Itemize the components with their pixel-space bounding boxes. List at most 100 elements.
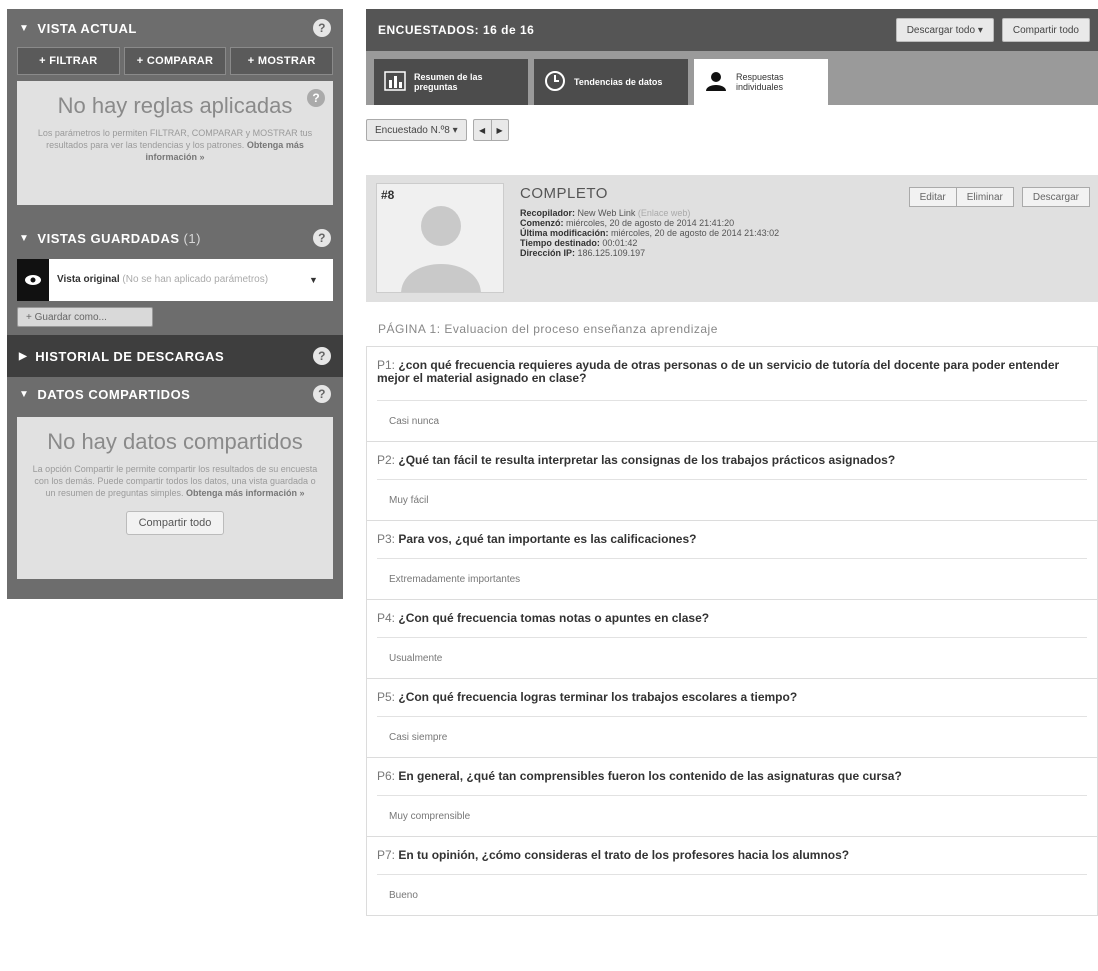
question-label: ¿con qué frecuencia requieres ayuda de o… [377,358,1060,385]
started-label: Comenzó: [520,218,564,228]
question-number: P2: [377,453,396,467]
person-icon [704,71,728,93]
question-label: ¿Con qué frecuencia tomas notas o apunte… [398,611,710,625]
time-spent-label: Tiempo destinado: [520,238,600,248]
user-silhouette-icon [401,206,481,292]
modified-label: Última modificación: [520,228,609,238]
answer-text: Casi siempre [389,731,448,743]
saved-view-text: Vista original (No se han aplicado parám… [49,274,309,286]
filter-button[interactable]: + FILTRAR [17,47,120,75]
no-rules-title-text: No hay reglas aplicadas [57,93,293,118]
download-all-button[interactable]: Descargar todo ▾ [895,18,994,42]
delete-button[interactable]: Eliminar [956,187,1014,207]
help-icon[interactable]: ? [313,347,331,365]
no-shared-data-panel: No hay datos compartidos La opción Compa… [17,417,333,579]
help-icon[interactable]: ? [313,19,331,37]
previous-arrow-icon[interactable]: ◀ [474,120,491,140]
question-item: P2: ¿Qué tan fácil te resulta interpreta… [366,441,1098,520]
save-as-button[interactable]: + Guardar como... [17,307,153,327]
download-group: Descargar [1021,187,1090,207]
saved-view-name: Vista original [57,274,120,285]
help-icon[interactable]: ? [307,89,325,107]
download-response-button[interactable]: Descargar [1021,187,1090,207]
started-value: miércoles, 20 de agosto de 2014 21:41:20 [566,218,735,228]
avatar: #8 [376,183,504,293]
question-number: P5: [377,690,396,704]
answer-text: Bueno [389,889,418,901]
respondent-navigation: Encuestado N.º8 ▾ ◀ ▶ [366,119,509,141]
chevron-down-icon[interactable]: ▼ [309,275,333,285]
no-rules-panel: No hay reglas aplicadas ? Los parámetros… [17,81,333,205]
question-item: P6: En general, ¿qué tan comprensibles f… [366,757,1098,836]
respondents-count: ENCUESTADOS: 16 de 16 [378,23,535,37]
question-text: P2: ¿Qué tan fácil te resulta interpreta… [377,442,1087,480]
time-spent-value: 00:01:42 [602,238,638,248]
saved-views-count: (1) [183,230,201,246]
help-icon[interactable]: ? [313,385,331,403]
help-icon[interactable]: ? [313,229,331,247]
question-item: P5: ¿Con qué frecuencia logras terminar … [366,678,1098,757]
eye-icon [17,259,49,301]
shared-data-header[interactable]: ▼ DATOS COMPARTIDOS ? [7,377,343,411]
question-number: P3: [377,532,396,546]
edit-delete-group: Editar Eliminar [908,187,1014,207]
question-item: P4: ¿Con qué frecuencia tomas notas o ap… [366,599,1098,678]
question-number: P4: [377,611,396,625]
modified-value: miércoles, 20 de agosto de 2014 21:43:02 [611,228,780,238]
current-view-header[interactable]: ▼ VISTA ACTUAL ? [7,9,343,47]
question-label: Para vos, ¿qué tan importante es las cal… [398,532,697,546]
collapse-arrow-icon: ▼ [19,232,30,244]
share-all-sidebar-button[interactable]: Compartir todo [125,511,225,535]
edit-button[interactable]: Editar [908,187,957,207]
collector-note: (Enlace web) [637,208,691,218]
tab-question-summary[interactable]: Resumen de las preguntas [374,59,528,105]
download-history-title: HISTORIAL DE DESCARGAS [35,348,225,364]
compare-button[interactable]: + COMPARAR [123,47,227,75]
answer-text: Casi nunca [389,415,440,427]
download-history-header[interactable]: ▶ HISTORIAL DE DESCARGAS ? [7,335,343,377]
question-item: P7: En tu opinión, ¿cómo consideras el t… [366,836,1098,916]
answer-text: Extremadamente importantes [389,573,521,585]
saved-views-header[interactable]: ▼ VISTAS GUARDADAS (1) ? [7,217,343,259]
question-number: P7: [377,848,396,862]
answer-text: Muy comprensible [389,810,471,822]
left-sidebar: ▼ VISTA ACTUAL ? + FILTRAR + COMPARAR + … [7,9,343,599]
collapse-arrow-icon: ▼ [19,388,30,400]
respondent-selector[interactable]: Encuestado N.º8 ▾ [366,119,467,141]
question-label: En tu opinión, ¿cómo consideras el trato… [398,848,850,862]
collector-value: New Web Link [577,208,636,218]
tab-label: Respuestas individuales [736,72,784,92]
ip-address-value: 186.125.109.197 [577,248,646,258]
next-arrow-icon[interactable]: ▶ [490,120,508,140]
question-label: En general, ¿qué tan comprensibles fuero… [398,769,902,783]
show-button[interactable]: + MOSTRAR [230,47,334,75]
expand-arrow-icon: ▶ [19,350,28,362]
ip-address-label: Dirección IP: [520,248,576,258]
tab-individual-responses[interactable]: Respuestas individuales [694,59,828,105]
respondent-profile: #8 COMPLETO Recopilador: New Web Link (E… [366,175,1098,302]
view-tabs: Resumen de las preguntas Tendencias de d… [366,51,1098,105]
no-shared-data-title: No hay datos compartidos [47,429,303,454]
share-all-button[interactable]: Compartir todo [1001,18,1090,42]
learn-more-link[interactable]: Obtenga más información » [186,488,305,498]
clock-icon [544,70,566,94]
question-list: P1: ¿con qué frecuencia requieres ayuda … [366,346,1098,916]
respondents-header: ENCUESTADOS: 16 de 16 Descargar todo ▾ C… [366,9,1098,51]
question-label: ¿Con qué frecuencia logras terminar los … [398,690,798,704]
answer-text: Usualmente [389,652,443,664]
tab-label: Tendencias de datos [574,77,663,87]
answer-text: Muy fácil [389,494,429,506]
tab-data-trends[interactable]: Tendencias de datos [534,59,688,105]
saved-view-item[interactable]: Vista original (No se han aplicado parám… [17,259,333,301]
saved-views-title: VISTAS GUARDADAS (1) [37,231,313,246]
filter-buttons: + FILTRAR + COMPARAR + MOSTRAR [7,47,343,75]
saved-views-title-text: VISTAS GUARDADAS [37,230,180,246]
response-status: COMPLETO [520,185,608,202]
collector-label: Recopilador: [520,208,576,218]
current-view-title: VISTA ACTUAL [37,20,137,36]
no-shared-data-description: La opción Compartir le permite compartir… [31,463,319,499]
response-actions: Editar Eliminar Descargar [908,187,1090,207]
no-rules-title: No hay reglas aplicadas ? [31,89,325,119]
respondent-info: Recopilador: New Web Link (Enlace web) C… [520,208,779,258]
respondent-pager: ◀ ▶ [472,119,509,141]
